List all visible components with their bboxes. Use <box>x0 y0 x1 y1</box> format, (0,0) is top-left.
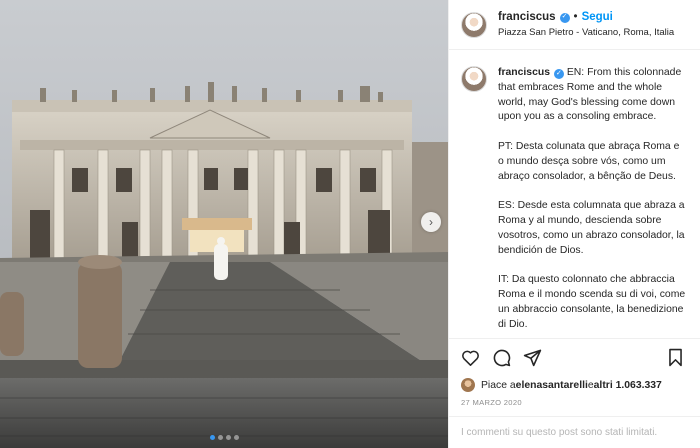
location-link[interactable]: Piazza San Pietro - Vaticano, Roma, Ital… <box>498 27 674 39</box>
caption-username[interactable]: franciscus <box>498 67 550 78</box>
likes-summary: Piace a elenasantarelli e altri 1.063.33… <box>449 376 700 394</box>
header-username[interactable]: franciscus <box>498 10 556 24</box>
save-button[interactable] <box>665 348 685 368</box>
st-peters-basilica-photo <box>0 0 448 448</box>
separator: • <box>573 11 578 24</box>
liker-username[interactable]: elenasantarelli <box>516 380 588 391</box>
post-photo[interactable]: › <box>0 0 448 448</box>
post-sidebar: franciscus ✓ • Segui Piazza San Pietro -… <box>448 0 700 448</box>
caption-text: EN: From this colonnade that embraces Ro… <box>498 67 686 330</box>
bookmark-icon <box>668 348 682 367</box>
heart-icon <box>461 350 479 366</box>
share-icon <box>523 349 541 367</box>
carousel-indicator <box>0 435 448 440</box>
avatar[interactable] <box>461 11 487 38</box>
liker-avatar[interactable] <box>461 378 475 392</box>
carousel-dot <box>217 435 223 440</box>
carousel-dot <box>233 435 239 440</box>
caption-avatar[interactable] <box>461 66 487 92</box>
action-bar <box>449 338 700 376</box>
comment-icon <box>493 349 510 367</box>
likes-count[interactable]: altri 1.063.337 <box>594 380 662 391</box>
likes-prefix: Piace a <box>481 379 516 391</box>
instagram-post: › franciscus ✓ • Segui Piazza San Pietro… <box>0 0 700 448</box>
comment-button[interactable] <box>491 348 511 368</box>
share-button[interactable] <box>522 348 542 368</box>
carousel-dot <box>225 435 231 440</box>
follow-button[interactable]: Segui <box>582 10 613 24</box>
like-button[interactable] <box>460 348 480 368</box>
chevron-right-icon[interactable]: › <box>421 212 441 232</box>
caption: franciscus ✓ EN: From this colonnade that… <box>449 50 700 338</box>
verified-icon: ✓ <box>559 12 570 23</box>
verified-icon: ✓ <box>553 69 564 80</box>
post-header: franciscus ✓ • Segui Piazza San Pietro -… <box>449 0 700 50</box>
post-date[interactable]: 27 MARZO 2020 <box>449 394 700 416</box>
carousel-dot <box>209 435 215 440</box>
comments-limited-notice: I commenti su questo post sono stati lim… <box>449 416 700 448</box>
